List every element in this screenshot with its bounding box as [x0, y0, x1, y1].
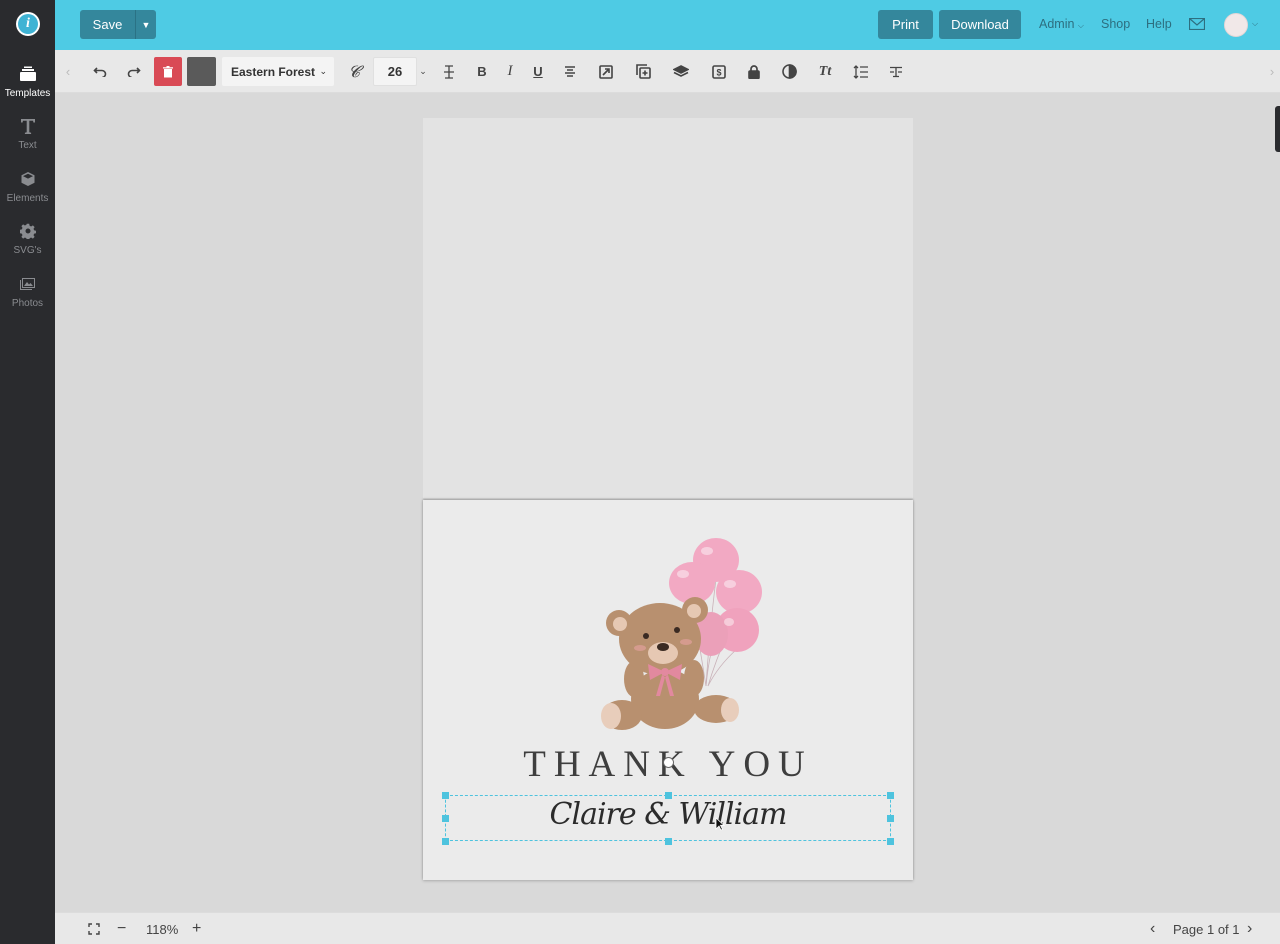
text-t-icon	[0, 118, 55, 136]
chevron-down-icon: ⌵	[1077, 21, 1084, 30]
scroll-right-icon[interactable]: ›	[1265, 50, 1279, 93]
resize-handle-bottom-left[interactable]	[442, 838, 449, 845]
bottom-bar: − 118% + ‹ Page 1 of 1 ›	[55, 912, 1280, 944]
delete-button[interactable]	[154, 57, 182, 86]
logo-letter: i	[18, 14, 38, 34]
sidebar-item-label: Templates	[4, 88, 51, 99]
zoom-out-icon[interactable]: −	[117, 913, 126, 944]
card-names-text[interactable]: Claire & William	[423, 797, 913, 832]
font-family-select[interactable]: Eastern Forest ⌄	[222, 57, 334, 86]
lock-icon[interactable]	[744, 50, 764, 93]
gear-icon	[0, 223, 55, 241]
download-button[interactable]: Download	[939, 10, 1021, 39]
bold-icon[interactable]: B	[473, 50, 491, 93]
fullscreen-icon[interactable]	[88, 913, 100, 944]
underline-icon[interactable]: U	[529, 50, 547, 93]
letter-spacing-icon[interactable]	[439, 50, 459, 93]
sidebar-item-svgs[interactable]: SVG's	[0, 223, 55, 256]
resize-handle-bottom-center[interactable]	[665, 838, 672, 845]
avatar[interactable]	[1224, 13, 1248, 37]
help-link[interactable]: Help	[1146, 17, 1172, 31]
line-height-icon[interactable]	[851, 50, 871, 93]
redo-icon[interactable]	[123, 50, 145, 93]
page-indicator: Page 1 of 1	[1173, 921, 1240, 937]
font-size-chevron-icon[interactable]: ⌄	[417, 57, 429, 86]
sidebar-item-templates[interactable]: Templates	[0, 66, 55, 99]
font-family-value: Eastern Forest	[231, 64, 316, 79]
previous-page-icon[interactable]: ‹	[1150, 913, 1155, 944]
image-icon	[0, 276, 55, 294]
duplicate-icon[interactable]	[633, 50, 653, 93]
undo-icon[interactable]	[89, 50, 111, 93]
font-style-icon[interactable]: 𝓒	[343, 50, 365, 93]
shop-link[interactable]: Shop	[1101, 17, 1130, 31]
cube-icon	[0, 171, 55, 189]
zoom-level: 118%	[146, 921, 179, 937]
sidebar-item-label: SVG's	[13, 245, 42, 256]
layers-icon	[0, 66, 55, 84]
card-page-front[interactable]: THANK YOU Claire & William	[423, 500, 913, 880]
next-page-icon[interactable]: ›	[1247, 913, 1252, 944]
editor-toolbar: ‹ Eastern Forest ⌄ 𝓒 ⌄ B I U $ Tt	[55, 50, 1280, 93]
rotate-handle-icon[interactable]	[663, 757, 674, 768]
avatar-chevron-down-icon[interactable]: ⌵	[1252, 19, 1258, 29]
italic-icon[interactable]: I	[501, 50, 519, 93]
layers-order-icon[interactable]	[670, 50, 692, 93]
dollar-icon[interactable]: $	[709, 50, 729, 93]
resize-icon[interactable]	[596, 50, 616, 93]
svg-text:$: $	[716, 67, 721, 77]
sidebar-item-label: Text	[18, 140, 37, 151]
sidebar-item-label: Elements	[6, 193, 49, 204]
mail-icon[interactable]	[1189, 18, 1205, 30]
sidebar-item-photos[interactable]: Photos	[0, 276, 55, 309]
save-button-group: Save ▼	[80, 10, 156, 39]
side-panel-toggle[interactable]	[1275, 106, 1280, 152]
sidebar-item-text[interactable]: Text	[0, 118, 55, 151]
admin-label: Admin	[1039, 17, 1075, 31]
trash-icon	[163, 65, 173, 77]
chevron-down-icon: ⌄	[319, 66, 327, 76]
sidebar-item-elements[interactable]: Elements	[0, 171, 55, 204]
resize-handle-bottom-right[interactable]	[887, 838, 894, 845]
print-button[interactable]: Print	[878, 10, 933, 39]
text-case-icon[interactable]: Tt	[814, 50, 836, 93]
save-options-chevron-icon[interactable]: ▼	[135, 10, 156, 39]
left-sidebar: i Templates Text Elements SVG's Photos	[0, 0, 55, 944]
align-center-icon[interactable]	[561, 50, 579, 93]
card-page-inside[interactable]	[423, 118, 913, 498]
font-size-input[interactable]	[373, 57, 417, 86]
scroll-left-icon[interactable]: ‹	[61, 50, 75, 93]
text-color-swatch[interactable]	[187, 57, 216, 86]
top-bar: Save ▼ Print Download Admin ⌵ Shop Help …	[55, 0, 1280, 50]
opacity-icon[interactable]	[779, 50, 799, 93]
save-button[interactable]: Save	[80, 10, 135, 39]
text-curve-icon[interactable]	[886, 50, 906, 93]
app-logo[interactable]: i	[16, 12, 40, 36]
mouse-pointer-icon	[715, 817, 725, 831]
admin-menu[interactable]: Admin ⌵	[1039, 17, 1084, 31]
sidebar-item-label: Photos	[11, 298, 44, 309]
zoom-in-icon[interactable]: +	[192, 913, 201, 944]
teddy-bear-balloons-illustration[interactable]	[598, 536, 773, 736]
